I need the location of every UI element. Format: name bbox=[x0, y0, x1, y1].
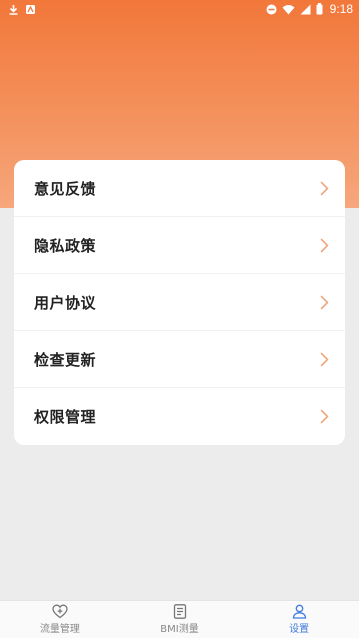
status-left bbox=[8, 4, 36, 15]
dnd-icon bbox=[266, 4, 277, 15]
chevron-right-icon bbox=[320, 238, 329, 253]
menu-item-label: 检查更新 bbox=[34, 350, 97, 369]
signal-icon bbox=[300, 4, 311, 15]
chevron-right-icon bbox=[320, 295, 329, 310]
menu-item-check-update[interactable]: 检查更新 bbox=[14, 331, 345, 388]
menu-item-label: 用户协议 bbox=[34, 293, 97, 312]
settings-menu-card: 意见反馈 隐私政策 用户协议 检查更新 权限管理 bbox=[14, 160, 345, 445]
battery-icon bbox=[316, 3, 323, 15]
heart-plus-icon bbox=[52, 604, 68, 619]
status-bar: 9:18 bbox=[0, 0, 359, 18]
status-right: 9:18 bbox=[266, 2, 353, 16]
menu-item-label: 隐私政策 bbox=[34, 236, 97, 255]
tab-label: BMI测量 bbox=[160, 624, 199, 635]
tab-bmi-measure[interactable]: BMI测量 bbox=[120, 601, 240, 638]
status-time: 9:18 bbox=[329, 2, 353, 16]
menu-item-feedback[interactable]: 意见反馈 bbox=[14, 160, 345, 217]
tab-settings[interactable]: 设置 bbox=[239, 601, 359, 638]
chevron-right-icon bbox=[320, 352, 329, 367]
tab-label: 设置 bbox=[289, 624, 310, 635]
document-icon bbox=[173, 604, 187, 619]
menu-item-privacy-policy[interactable]: 隐私政策 bbox=[14, 217, 345, 274]
menu-item-label: 权限管理 bbox=[34, 408, 97, 426]
tab-traffic-management[interactable]: 流量管理 bbox=[0, 601, 120, 638]
user-icon bbox=[292, 604, 307, 619]
tab-label: 流量管理 bbox=[39, 624, 80, 635]
chevron-right-icon bbox=[320, 409, 329, 424]
download-icon bbox=[8, 4, 19, 15]
menu-item-label: 意见反馈 bbox=[34, 179, 97, 198]
menu-item-permission-management[interactable]: 权限管理 bbox=[14, 388, 345, 445]
bottom-tab-bar: 流量管理 BMI测量 设置 bbox=[0, 600, 359, 638]
chevron-right-icon bbox=[320, 181, 329, 196]
menu-item-user-agreement[interactable]: 用户协议 bbox=[14, 274, 345, 331]
app-notification-icon bbox=[25, 4, 36, 15]
wifi-icon bbox=[282, 4, 295, 15]
